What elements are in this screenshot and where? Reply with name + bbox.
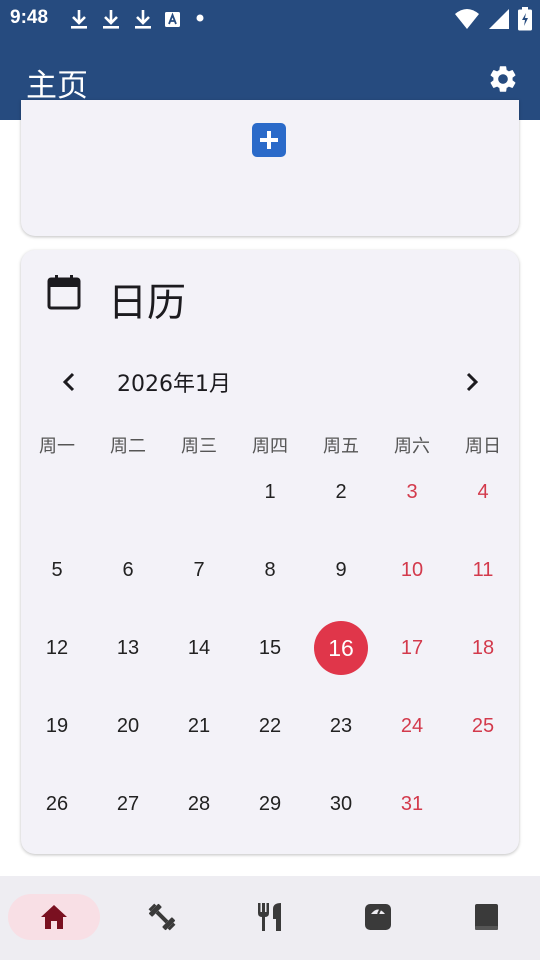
signal-icon [489,9,509,29]
calendar-day[interactable]: 11 [456,543,510,597]
dumbbell-icon [148,903,176,931]
nav-notes[interactable] [440,894,532,940]
calendar-day[interactable]: 20 [101,699,155,753]
calendar-day[interactable]: 19 [30,699,84,753]
calendar-day[interactable]: 30 [314,777,368,831]
calendar-day[interactable]: 8 [243,543,297,597]
calendar-day[interactable]: 14 [172,621,226,675]
nav-diet[interactable] [224,894,316,940]
page-title: 主页 [26,68,88,104]
text-notification-icon [165,12,180,27]
calendar-day[interactable]: 3 [385,465,439,519]
calendar-day[interactable]: 2 [314,465,368,519]
download-icon [135,10,151,29]
calendar-day[interactable]: 13 [101,621,155,675]
calendar-day[interactable]: 21 [172,699,226,753]
settings-button[interactable] [484,60,522,98]
status-bar: 9:48 [0,0,540,40]
fork-knife-icon [258,903,281,931]
nav-home[interactable] [8,894,100,940]
calendar-day[interactable]: 24 [385,699,439,753]
calendar-day[interactable]: 18 [456,621,510,675]
download-icon [103,10,119,29]
home-icon [41,905,67,929]
download-icon [71,10,87,29]
calendar-day[interactable]: 26 [30,777,84,831]
status-notification-icons [66,7,210,31]
battery-charging-icon [518,7,532,31]
calendar-day[interactable]: 7 [172,543,226,597]
calendar-day[interactable]: 15 [243,621,297,675]
calendar-day[interactable]: 27 [101,777,155,831]
scale-icon [365,904,391,930]
add-button[interactable] [252,123,286,157]
calendar-day[interactable]: 10 [385,543,439,597]
calendar-day[interactable]: 4 [456,465,510,519]
bottom-navigation [0,876,540,960]
calendar-day[interactable]: 23 [314,699,368,753]
calendar-day[interactable]: 9 [314,543,368,597]
status-time: 9:48 [10,7,49,28]
day-grid: 1 2 3 4 5 6 7 8 9 10 11 12 13 14 15 16 17 18 19 20 21 22 23 24 2… [21,250,519,854]
calendar-day-today[interactable]: 16 [314,621,368,675]
add-icon [260,131,278,149]
calendar-day[interactable]: 29 [243,777,297,831]
wifi-icon [455,9,479,29]
calendar-day[interactable]: 25 [456,699,510,753]
gear-icon [490,66,516,92]
calendar-card: 日历 2026年1月 周一 周二 周三 周四 周五 周六 周日 1 2 3 4 5 6 7 8 9 10 11 1… [21,250,519,854]
calendar-day[interactable]: 12 [30,621,84,675]
nav-weight[interactable] [332,894,424,940]
dot-icon [196,14,204,22]
calendar-day[interactable]: 28 [172,777,226,831]
quick-add-card [21,100,519,236]
calendar-day[interactable]: 1 [243,465,297,519]
calendar-day[interactable]: 6 [101,543,155,597]
nav-workout[interactable] [116,894,208,940]
calendar-day[interactable]: 5 [30,543,84,597]
calendar-day[interactable]: 17 [385,621,439,675]
notebook-icon [475,904,498,930]
calendar-day[interactable]: 22 [243,699,297,753]
calendar-day[interactable]: 31 [385,777,439,831]
status-system-icons [454,7,532,31]
